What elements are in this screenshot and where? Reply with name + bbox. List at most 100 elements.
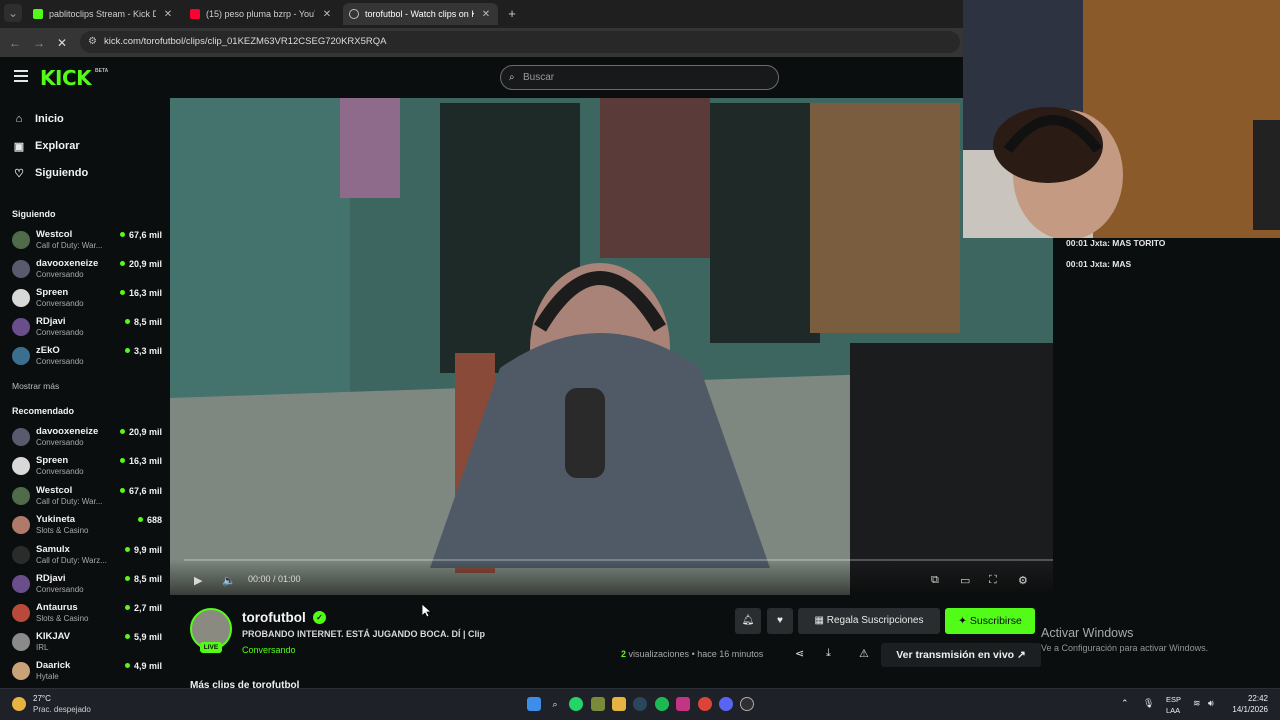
close-tab-icon[interactable]: ✕ [480, 9, 492, 20]
gift-subs-button[interactable]: ▦ Regala Suscripciones [798, 608, 940, 634]
weather-condition: Prac. despejado [33, 705, 91, 714]
subscribe-button[interactable]: ✦ Suscribirse [945, 608, 1035, 634]
back-button[interactable]: ← [6, 34, 24, 52]
sidebar-rec-davooxeneize[interactable]: davooxeneize Conversando 20,9 mil [12, 425, 162, 452]
new-tab-button[interactable]: + [503, 5, 521, 23]
weather-icon[interactable] [12, 697, 26, 711]
forward-button[interactable]: → [30, 34, 48, 52]
volume-icon[interactable]: 🔊︎ [1208, 698, 1214, 709]
sidebar-rec-rdjavi[interactable]: RDjavi Conversando 8,5 mil [12, 572, 162, 599]
avatar [12, 428, 30, 446]
notifications-button[interactable]: 🔔︎ [735, 608, 761, 634]
play-icon[interactable]: ▶ [194, 574, 202, 587]
kick-logo[interactable]: KICK [40, 66, 92, 90]
spotify-icon[interactable] [655, 697, 669, 711]
menu-icon[interactable] [14, 70, 28, 82]
viewer-count: 20,9 mil [119, 259, 162, 269]
gift-icon: ▦ [814, 615, 827, 626]
avatar [12, 318, 30, 336]
whatsapp-icon[interactable] [569, 697, 583, 711]
settings-icon[interactable]: ⚙ [1018, 574, 1028, 587]
wifi-icon[interactable]: ≋ [1193, 698, 1201, 709]
sidebar-channel-spreen[interactable]: Spreen Conversando 16,3 mil [12, 286, 162, 313]
sidebar-rec-spreen[interactable]: Spreen Conversando 16,3 mil [12, 454, 162, 481]
search-input[interactable]: ⌕ Buscar [500, 65, 779, 90]
volume-icon[interactable]: 🔈 [222, 574, 236, 587]
report-icon[interactable]: ⚠ [859, 647, 869, 660]
clock-time[interactable]: 22:42 [1248, 694, 1268, 703]
avatar [12, 289, 30, 307]
tab-title: (15) peso pluma bzrp - YouTube [206, 9, 315, 19]
channel-name: Samulx [36, 544, 70, 555]
nav-explorar[interactable]: ▣ Explorar [12, 137, 80, 155]
share-icon[interactable]: ⋖ [795, 647, 804, 660]
app-icon[interactable] [591, 697, 605, 711]
sidebar-rec-antaurus[interactable]: Antaurus Slots & Casino 2,7 mil [12, 601, 162, 628]
tab-youtube[interactable]: (15) peso pluma bzrp - YouTube ✕ [184, 3, 339, 25]
external-link-icon: ↗ [1017, 649, 1026, 661]
language-indicator[interactable]: ESP [1166, 695, 1181, 704]
video-player[interactable]: ▶ 🔈 00:00 / 01:00 ⧉ ▭ ⛶ ⚙ [170, 98, 1053, 595]
verified-icon: ✓ [313, 611, 326, 624]
viewer-count: 3,3 mil [124, 346, 162, 356]
stop-loading-button[interactable]: ✕ [53, 34, 71, 52]
sidebar-channel-zeko[interactable]: zEkO Conversando 3,3 mil [12, 344, 162, 371]
search-icon[interactable]: ⌕ [548, 697, 562, 711]
file-explorer-icon[interactable] [612, 697, 626, 711]
live-dot-icon [124, 576, 130, 581]
channel-name: Spreen [36, 455, 69, 466]
tab-torofutbol[interactable]: torofutbol - Watch clips on Kick ✕ [343, 3, 498, 25]
nav-label: Inicio [35, 113, 64, 125]
progress-bar[interactable] [184, 559, 1053, 561]
sidebar-rec-samulx[interactable]: Samulx Call of Duty: Warz... 9,9 mil [12, 543, 162, 570]
nav-inicio[interactable]: ⌂ Inicio [12, 110, 64, 128]
live-badge: LIVE [200, 642, 222, 653]
sidebar-channel-rdjavi[interactable]: RDjavi Conversando 8,5 mil [12, 315, 162, 342]
instagram-icon[interactable] [676, 697, 690, 711]
loading-favicon-icon [349, 9, 359, 19]
follow-button[interactable]: ♥ [767, 608, 793, 634]
tab-search-button[interactable]: ⌄ [4, 4, 22, 22]
sidebar-rec-yukineta[interactable]: Yukineta Slots & Casino 688 [12, 513, 162, 540]
close-tab-icon[interactable]: ✕ [321, 9, 333, 20]
sidebar-channel-davooxeneize[interactable]: davooxeneize Conversando 20,9 mil [12, 257, 162, 284]
keyboard-layout[interactable]: LAA [1166, 706, 1180, 715]
subscribe-label: Suscribirse [969, 615, 1022, 627]
sidebar-rec-kikjav[interactable]: KIKJAV IRL 5,9 mil [12, 630, 162, 657]
sidebar-rec-daarick[interactable]: Daarick Hytale 4,9 mil [12, 659, 162, 686]
show-more-link[interactable]: Mostrar más [12, 381, 59, 391]
browser-tab-bar: ⌄ pablitoclips Stream - Kick Dashb ✕ (15… [0, 0, 963, 28]
channel-name: Westcol [36, 485, 73, 496]
theater-mode-icon[interactable]: ▭ [960, 574, 970, 587]
download-icon[interactable]: ⤓ [826, 647, 831, 660]
views-label: visualizaciones [628, 649, 690, 659]
sidebar-rec-westcol[interactable]: Westcol Call of Duty: War... 67,6 mil [12, 484, 162, 511]
start-icon[interactable] [527, 697, 541, 711]
nav-siguiendo[interactable]: ♡ Siguiendo [12, 164, 88, 182]
viewer-count: 16,3 mil [119, 288, 162, 298]
chrome-icon[interactable] [698, 697, 712, 711]
heart-icon: ♡ [14, 167, 24, 180]
obs-icon[interactable] [740, 697, 754, 711]
bell-icon: 🔔︎ [741, 615, 755, 626]
tray-chevron-icon[interactable]: ⌃ [1121, 698, 1129, 709]
close-tab-icon[interactable]: ✕ [162, 9, 174, 20]
gift-subs-label: Regala Suscripciones [826, 615, 924, 626]
clock-date[interactable]: 14/1/2026 [1232, 705, 1268, 714]
home-icon: ⌂ [15, 113, 23, 125]
sidebar-channel-westcol[interactable]: Westcol Call of Duty: War... 67,6 mil [12, 228, 162, 255]
tab-kick-dashboard[interactable]: pablitoclips Stream - Kick Dashb ✕ [27, 3, 180, 25]
channel-category: IRL [36, 643, 49, 652]
beta-badge: BETA [95, 68, 109, 74]
site-info-icon[interactable]: ⚙ [88, 31, 97, 53]
steam-icon[interactable] [633, 697, 647, 711]
url-field[interactable]: ⚙ kick.com/torofutbol/clips/clip_01KEZM6… [80, 31, 960, 53]
channel-category[interactable]: Conversando [242, 645, 296, 655]
fullscreen-icon[interactable]: ⛶ [989, 574, 997, 587]
discord-icon[interactable] [719, 697, 733, 711]
watch-live-button[interactable]: Ver transmisión en vivo ↗ [881, 643, 1041, 667]
channel-name[interactable]: torofutbol [242, 610, 306, 625]
microphone-icon[interactable]: 🎙︎ [1143, 698, 1154, 709]
pip-icon[interactable]: ⧉ [931, 574, 939, 587]
viewer-count: 16,3 mil [119, 456, 162, 466]
